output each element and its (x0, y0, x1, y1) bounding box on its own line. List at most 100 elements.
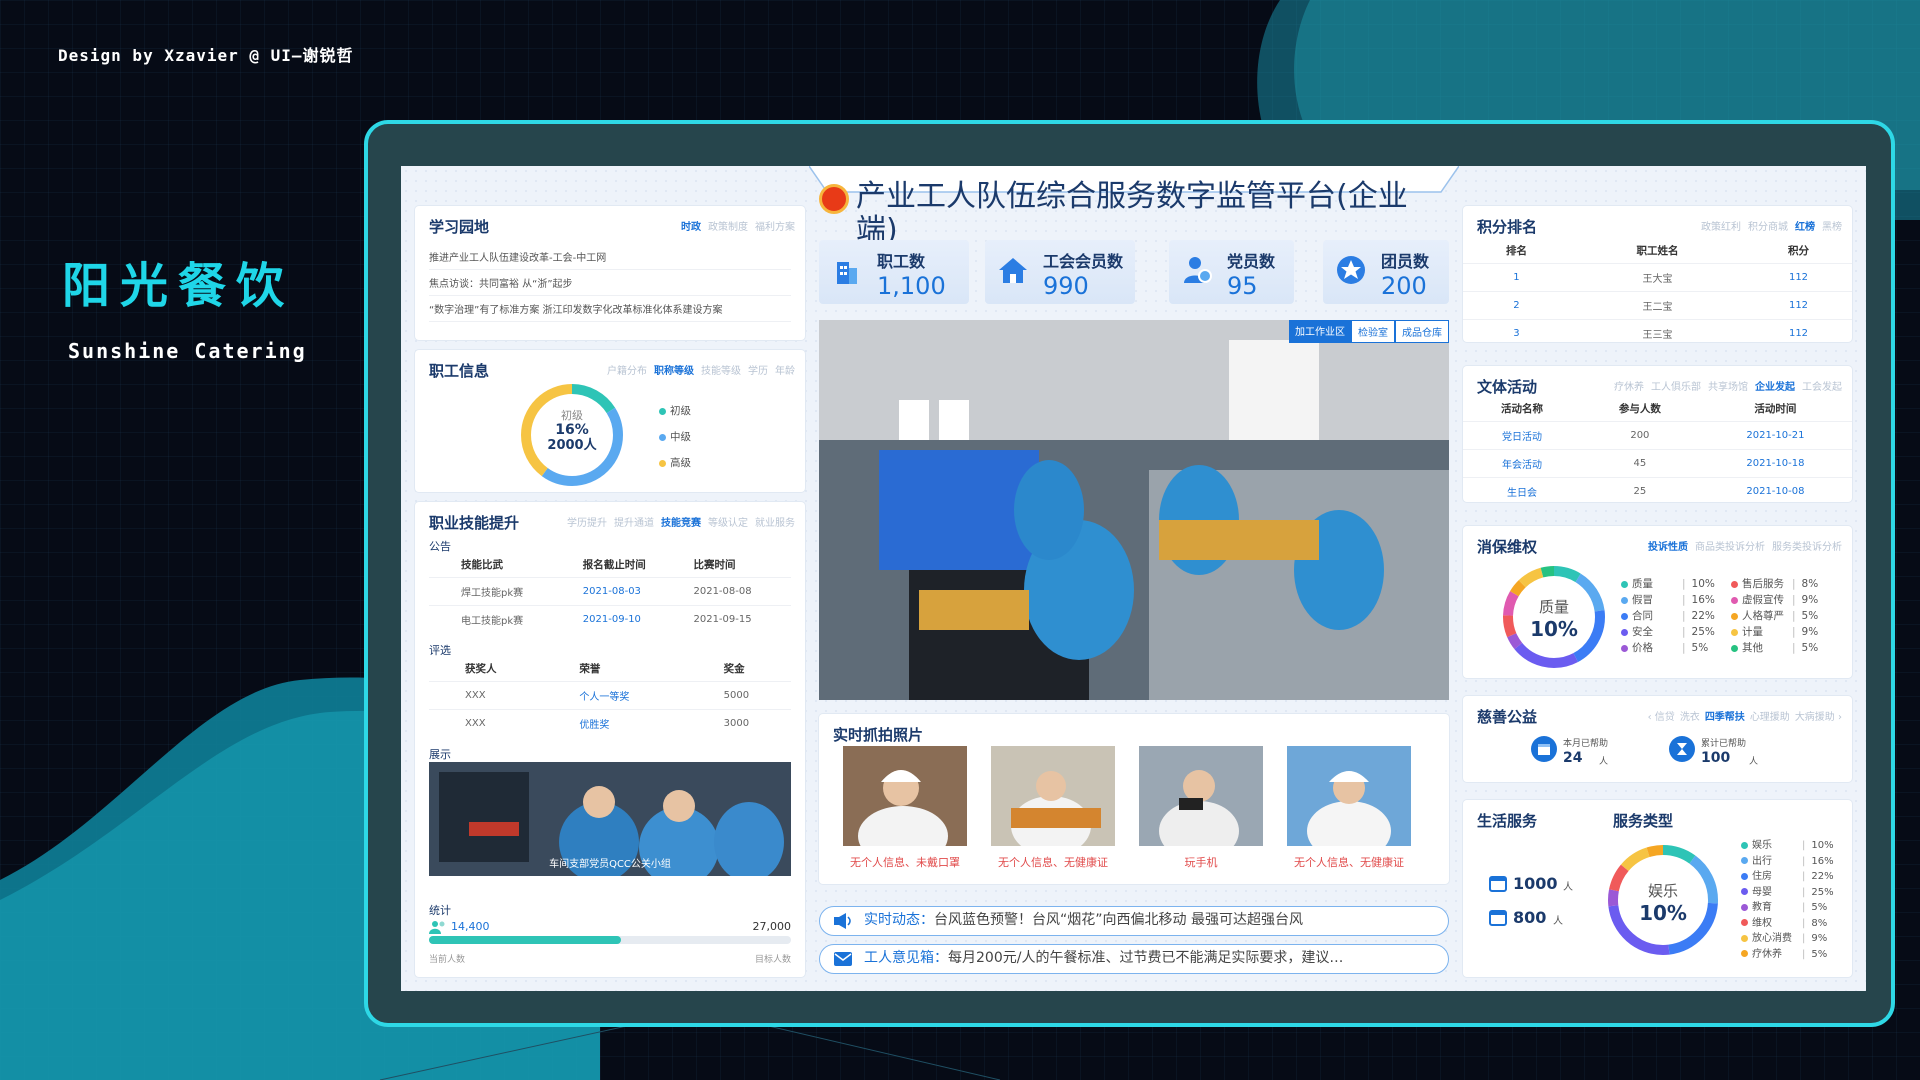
cell: 1 (1463, 263, 1570, 292)
worker-photo-image (1139, 746, 1263, 846)
skill-tabs: 学历提升 提升通道 技能竞赛 等级认定 就业服务 (567, 514, 795, 529)
tab-skill-level[interactable]: 技能等级 (701, 362, 741, 377)
team-photo-caption: 车间支部党员QCC公关小组 (549, 859, 671, 870)
tab-competition[interactable]: 技能竞赛 (661, 514, 701, 529)
separator: | (1802, 886, 1806, 898)
legend-dot (1741, 903, 1748, 911)
col-header: 积分 (1788, 245, 1809, 257)
tab-service-complaint[interactable]: 服务类投诉分析 (1772, 538, 1842, 553)
legend-item: 母婴 | 25% (1741, 885, 1834, 901)
capture-photo[interactable] (1287, 746, 1411, 846)
study-item[interactable]: 推进产业工人队伍建设改革-工会-中工网 (429, 244, 791, 270)
capture-caption: 玩手机 (1184, 856, 1218, 869)
legend-item: 疗休养 | 5% (1741, 947, 1834, 963)
legend-label: 中级 (670, 431, 691, 443)
worker-suggestion-ticker[interactable]: 工人意见箱：每月200元/人的午餐标准、过节费已不能满足实际要求，建议… (819, 944, 1449, 974)
legend-item: 维权 | 8% (1741, 916, 1834, 932)
tab-channel[interactable]: 提升通道 (614, 514, 654, 529)
table-row[interactable]: 焊工技能pk赛 2021-08-03 2021-08-08 (429, 577, 791, 606)
separator: | (1802, 917, 1806, 929)
consumer-legend-left: 质量 | 10% 假冒 | 16% 合同 | 22% 安全 | 25% 价格 | 5% (1621, 576, 1715, 656)
progress-track (429, 936, 791, 944)
cell: 王大宝 (1569, 263, 1746, 292)
tab-welfare[interactable]: 福利方案 (755, 218, 795, 233)
person-icon (1184, 257, 1212, 283)
points-title: 积分排名 (1477, 218, 1538, 236)
tab-age[interactable]: 年龄 (775, 362, 795, 377)
table-row[interactable]: 3 王三宝 112 (1463, 319, 1852, 347)
tab-goods-complaint[interactable]: 商品类投诉分析 (1695, 538, 1765, 553)
tab-employment[interactable]: 就业服务 (755, 514, 795, 529)
table-row[interactable]: XXX 个人一等奖 5000 (429, 681, 791, 710)
cell: 王二宝 (1569, 291, 1746, 320)
tab-complaint-nature[interactable]: 投诉性质 (1648, 538, 1688, 553)
team-photo[interactable]: 车间支部党员QCC公关小组 (429, 762, 791, 876)
realtime-news-ticker[interactable]: 实时动态：台风蓝色预警！台风“烟花”向西偏北移动 最强可达超强台风 (819, 906, 1449, 936)
table-row[interactable]: 党日活动 200 2021-10-21 (1463, 421, 1852, 450)
tab-warehouse[interactable]: 成品仓库 (1395, 320, 1449, 343)
tab-club[interactable]: 工人俱乐部 (1651, 378, 1701, 393)
study-item[interactable]: “数字治理”有了标准方案 浙江印发数字化改革标准化体系建设方案 (429, 296, 791, 322)
tab-politics[interactable]: 时政 (681, 218, 701, 233)
separator: | (1792, 578, 1796, 590)
capture-photo[interactable] (843, 746, 967, 846)
separator: | (1802, 948, 1806, 960)
capture-photo[interactable] (991, 746, 1115, 846)
cell: 5000 (683, 681, 791, 710)
table-row[interactable]: XXX 优胜奖 3000 (429, 709, 791, 737)
tab-education-up[interactable]: 学历提升 (567, 514, 607, 529)
cell: 党日活动 (1463, 421, 1581, 450)
legend-label: 疗休养 (1752, 948, 1782, 960)
cell: 112 (1745, 263, 1852, 292)
table-row[interactable]: 年会活动 45 2021-10-18 (1463, 449, 1852, 478)
consumer-rights-panel: 消保维权 投诉性质 商品类投诉分析 服务类投诉分析 质量 10% 质量 | 10% 假… (1463, 526, 1852, 678)
legend-value: 8% (1801, 578, 1819, 590)
tab-psych-aid[interactable]: 心理援助 (1750, 708, 1790, 723)
tab-seasonal-aid[interactable]: 四季帮扶 (1705, 708, 1745, 723)
charity-tabs: ‹ 信贷 洗衣 四季帮扶 心理援助 大病援助 › (1648, 708, 1842, 723)
tab-recuperation[interactable]: 疗休养 (1614, 378, 1644, 393)
tab-union[interactable]: 工会发起 (1802, 378, 1842, 393)
cell: 2021-08-03 (576, 577, 688, 606)
legend-item: 合同 | 22% (1621, 608, 1715, 624)
tab-policy-bonus[interactable]: 政策红利 (1701, 218, 1741, 233)
table-row[interactable]: 生日会 25 2021-10-08 (1463, 477, 1852, 505)
donut-count: 2000人 (547, 438, 597, 453)
capture-photo[interactable] (1139, 746, 1263, 846)
tab-laundry[interactable]: 洗衣 (1680, 708, 1700, 723)
col-header: 获奖人 (465, 663, 497, 675)
capture-caption: 无个人信息、无健康证 (1294, 856, 1404, 869)
factory-live-photo[interactable]: 加工作业区 检验室 成品仓库 (819, 320, 1449, 700)
tab-points-mall[interactable]: 积分商城 (1748, 218, 1788, 233)
legend-dot (1741, 934, 1748, 942)
legend-item: 安全 | 25% (1621, 624, 1715, 640)
table-row[interactable]: 电工技能pk赛 2021-09-10 2021-09-15 (429, 605, 791, 633)
cell: 2021-10-08 (1698, 477, 1852, 505)
points-table: 排名 职工姓名 积分 1 王大宝 112 2 王二宝 112 3 王三宝 112 (1463, 238, 1852, 347)
cell: 2021-09-10 (576, 605, 688, 633)
tab-household[interactable]: 户籍分布 (607, 362, 647, 377)
tab-red-list[interactable]: 红榜 (1795, 218, 1815, 233)
tab-certification[interactable]: 等级认定 (708, 514, 748, 529)
table-row[interactable]: 1 王大宝 112 (1463, 263, 1852, 292)
legend-label: 虚假宣传 (1742, 594, 1784, 606)
tab-title-level[interactable]: 职称等级 (654, 362, 694, 377)
tab-education[interactable]: 学历 (748, 362, 768, 377)
study-item[interactable]: 焦点访谈：共同富裕 从“浙”起步 (429, 270, 791, 296)
tab-inspection-room[interactable]: 检验室 (1351, 320, 1395, 343)
donut-label: 娱乐 (1647, 882, 1678, 900)
col-header: 奖金 (723, 663, 745, 675)
legend-dot (1621, 612, 1628, 620)
tab-processing-area[interactable]: 加工作业区 (1289, 320, 1351, 343)
tab-illness-aid[interactable]: 大病援助 › (1795, 708, 1842, 723)
consumer-donut-center: 质量 10% (1499, 596, 1609, 641)
col-header: 报名截止时间 (582, 559, 646, 571)
month-value: 24 (1563, 750, 1583, 766)
tab-enterprise[interactable]: 企业发起 (1755, 378, 1795, 393)
tab-venue[interactable]: 共享场馆 (1708, 378, 1748, 393)
tab-black-list[interactable]: 黑榜 (1822, 218, 1842, 233)
tab-policy[interactable]: 政策制度 (708, 218, 748, 233)
tab-credit[interactable]: ‹ 信贷 (1648, 708, 1675, 723)
table-row[interactable]: 2 王二宝 112 (1463, 291, 1852, 320)
legend-dot (1741, 919, 1748, 926)
